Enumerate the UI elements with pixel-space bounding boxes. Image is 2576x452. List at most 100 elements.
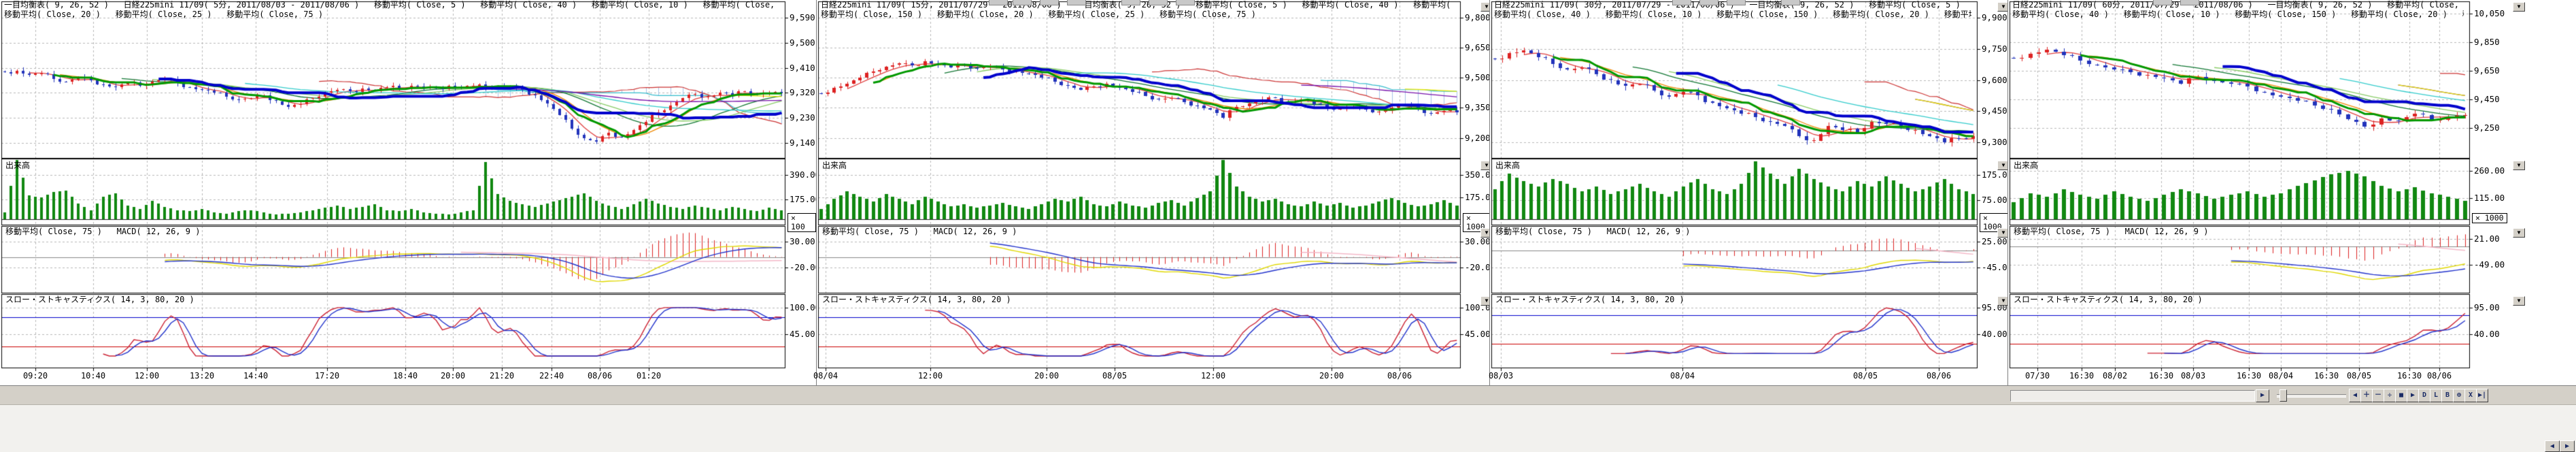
x-axis-label: 08/04 xyxy=(804,372,847,381)
panel-header-line2: 移動平均( Close, 20 ) 移動平均( Close, 25 ) 移動平均… xyxy=(4,10,779,19)
stoch-axis-label: 40.00 xyxy=(2474,329,2500,338)
volume-axis-label: 260.00 xyxy=(2474,166,2505,175)
chart-toolbar-button-6[interactable]: ▶ xyxy=(2407,389,2419,402)
x-axis-label: 18:40 xyxy=(384,372,427,381)
x-axis-label: 21:20 xyxy=(480,372,524,381)
pane-menu-dropdown-button[interactable]: ▼ xyxy=(2513,161,2525,170)
chart-panel-5min: 一目均衡表( 9, 26, 52 ) 日経225mini 11/09( 5分, … xyxy=(0,0,816,385)
price-axis-label: 9,320 xyxy=(790,88,815,97)
macd-axis-label: -49.00 xyxy=(2474,260,2505,269)
background-window-fragment xyxy=(2180,0,2199,5)
chart-toolbar-button-11[interactable]: X xyxy=(2464,389,2477,402)
background-window-fragment xyxy=(1121,0,1140,5)
price-axis-label: 9,410 xyxy=(790,63,815,72)
stoch-axis-label: 40.00 xyxy=(1982,329,2007,338)
x-axis-label: 09:20 xyxy=(14,372,57,381)
macd-axis-label: 30.00 xyxy=(790,237,815,246)
corner-nav-left-button[interactable]: ◀ xyxy=(2545,440,2560,452)
x-axis-label: 08/04 xyxy=(2259,372,2303,381)
chart-plot-canvas[interactable] xyxy=(1490,0,2008,383)
corner-nav-right-button[interactable]: ▶ xyxy=(2560,440,2575,452)
stoch-pane-label: スロー・ストキャスティクス( 14, 3, 80, 20 ) xyxy=(822,295,1011,304)
x-axis-label: 20:00 xyxy=(1310,372,1353,381)
background-window-fragment xyxy=(1040,0,1059,5)
volume-pane-label: 出来高 xyxy=(1495,161,1520,170)
chart-toolbar-button-3[interactable]: － xyxy=(2372,389,2384,402)
chart-panel-15min: 日経225mini 11/09( 15分, 2011/07/29 - 2011/… xyxy=(816,0,1490,385)
stoch-pane-label: スロー・ストキャスティクス( 14, 3, 80, 20 ) xyxy=(5,295,194,304)
x-axis-label: 12:00 xyxy=(125,372,169,381)
bottom-scrollbar-row: ▶◀＋－✛■▶DLB⊕X▶| xyxy=(0,385,2576,404)
x-axis-label: 20:00 xyxy=(431,372,475,381)
background-window-fragment xyxy=(2153,0,2172,5)
x-axis-label: 08/06 xyxy=(2418,372,2461,381)
x-axis-label: 08/06 xyxy=(1378,372,1421,381)
pane-menu-dropdown-button[interactable]: ▼ xyxy=(2513,296,2525,306)
macd-axis-label: 30.00 xyxy=(1465,237,1491,246)
price-axis-label: 9,600 xyxy=(1982,76,2007,84)
chart-horizontal-scrollbar-track[interactable] xyxy=(2010,390,2255,402)
chart-toolbar-button-8[interactable]: L xyxy=(2430,389,2442,402)
macd-axis-label: 21.00 xyxy=(2474,234,2500,243)
panel-header-line2: 移動平均( Close, 40 ) 移動平均( Close, 10 ) 移動平均… xyxy=(2012,10,2464,19)
volume-pane-label: 出来高 xyxy=(822,161,847,170)
volume-multiplier-badge: × 1000 xyxy=(2472,213,2507,223)
panel-header-line2: 移動平均( Close, 40 ) 移動平均( Close, 10 ) 移動平均… xyxy=(1494,10,1971,19)
chart-toolbar-button-1[interactable]: ◀ xyxy=(2349,389,2361,402)
price-axis-label: 10,050 xyxy=(2474,9,2505,18)
x-axis-label: 08/04 xyxy=(1661,372,1704,381)
price-axis-label: 9,300 xyxy=(1982,138,2007,146)
panel-header-line1: 一目均衡表( 9, 26, 52 ) 日経225mini 11/09( 5分, … xyxy=(4,1,779,10)
chart-toolbar-button-9[interactable]: B xyxy=(2441,389,2454,402)
background-window-fragment xyxy=(1067,0,1086,5)
background-window-fragment xyxy=(989,0,1008,5)
x-axis-label: 08/05 xyxy=(1093,372,1136,381)
chart-toolbar-button-5[interactable]: ■ xyxy=(2395,389,2407,402)
background-window-fragment xyxy=(1781,0,1800,5)
background-window-fragment xyxy=(1176,0,1195,5)
chart-panel-30min: 日経225mini 11/09( 30分, 2011/07/29 - 2011/… xyxy=(1489,0,2008,385)
macd-pane-label: 移動平均( Close, 75 ) MACD( 12, 26, 9 ) xyxy=(5,227,200,236)
chart-toolbar-button-4[interactable]: ✛ xyxy=(2384,389,2396,402)
price-axis-label: 9,650 xyxy=(1465,43,1491,52)
chart-toolbar-button-2[interactable]: ＋ xyxy=(2360,389,2373,402)
x-axis-label: 08/03 xyxy=(1479,372,1523,381)
chart-plot-canvas[interactable] xyxy=(2008,0,2576,383)
price-axis-label: 9,140 xyxy=(790,138,815,147)
price-axis-label: 9,850 xyxy=(2474,37,2500,46)
x-axis-label: 08/03 xyxy=(2171,372,2215,381)
x-axis-label: 20:00 xyxy=(1025,372,1068,381)
zoom-slider-groove[interactable] xyxy=(2277,394,2346,398)
background-window-fragment xyxy=(1727,0,1746,5)
stoch-pane-label: スロー・ストキャスティクス( 14, 3, 80, 20 ) xyxy=(1495,295,1684,304)
price-axis-label: 9,650 xyxy=(2474,66,2500,75)
panel-header-line2: 移動平均( Close, 150 ) 移動平均( Close, 20 ) 移動平… xyxy=(821,10,1455,19)
volume-multiplier-badge: × 100 xyxy=(787,213,816,232)
price-axis-label: 9,450 xyxy=(1982,106,2007,115)
macd-pane-label: 移動平均( Close, 75 ) MACD( 12, 26, 9 ) xyxy=(822,227,1017,236)
x-axis-label: 13:20 xyxy=(180,372,224,381)
x-axis-label: 08/06 xyxy=(1917,372,1961,381)
price-axis-label: 9,350 xyxy=(1465,103,1491,112)
stoch-pane-label: スロー・ストキャスティクス( 14, 3, 80, 20 ) xyxy=(2014,295,2203,304)
x-axis-label: 12:00 xyxy=(1191,372,1235,381)
zoom-slider-handle[interactable] xyxy=(2280,389,2287,402)
chart-toolbar-button-12[interactable]: ▶| xyxy=(2476,389,2488,402)
background-window-fragment xyxy=(1699,0,1718,5)
chart-panel-60min: 日経225mini 11/09( 60分, 2011/07/29 - 2011/… xyxy=(2007,0,2576,385)
pane-menu-dropdown-button[interactable]: ▼ xyxy=(2513,2,2525,12)
x-axis-label: 10:40 xyxy=(71,372,115,381)
chart-plot-canvas[interactable] xyxy=(817,0,1490,383)
pane-menu-dropdown-button[interactable]: ▼ xyxy=(2513,228,2525,238)
chart-toolbar-button-10[interactable]: ⊕ xyxy=(2453,389,2465,402)
chart-toolbar-button-7[interactable]: D xyxy=(2418,389,2430,402)
x-axis-label: 08/05 xyxy=(1844,372,1887,381)
volume-axis-label: 115.00 xyxy=(2474,193,2505,202)
price-axis-label: 9,200 xyxy=(1465,133,1491,142)
price-axis-label: 9,590 xyxy=(790,13,815,22)
price-axis-label: 9,900 xyxy=(1982,13,2007,22)
x-axis-label: 07/30 xyxy=(2016,372,2059,381)
chart-plot-canvas[interactable] xyxy=(0,0,816,383)
scrollbar-right-arrow-button[interactable]: ▶ xyxy=(2256,389,2269,402)
x-axis-label: 08/05 xyxy=(2337,372,2381,381)
